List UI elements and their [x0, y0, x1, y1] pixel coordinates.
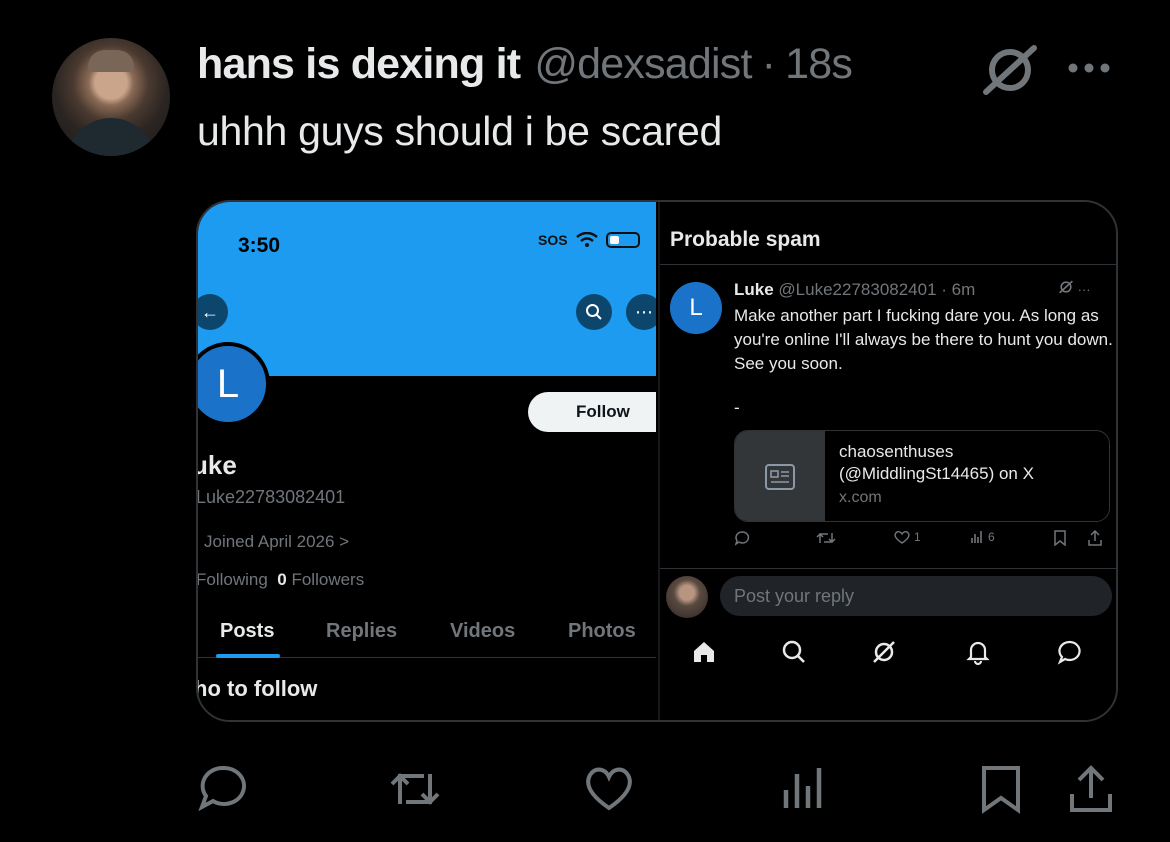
profile-tabs: Posts Replies Videos Photos — [198, 614, 656, 658]
link-preview-card: chaosenthuses (@MiddlingSt14465) on X x.… — [734, 430, 1110, 522]
grok-icon[interactable] — [980, 44, 1040, 96]
reply-input: Post your reply — [720, 576, 1112, 616]
bell-icon — [966, 641, 990, 666]
status-icons: SOS — [538, 232, 640, 248]
reply-dash: - — [734, 398, 740, 417]
profile-follow-counts: Following 0 Followers — [198, 570, 364, 590]
more-icon: ⋯ — [626, 294, 656, 330]
home-icon — [694, 642, 714, 662]
more-icon: ··· — [1077, 282, 1091, 297]
retweet-icon[interactable] — [388, 762, 442, 816]
grok-icon — [873, 641, 895, 663]
link-domain: x.com — [839, 489, 882, 506]
heart-icon — [894, 530, 910, 544]
follow-button: Follow — [528, 392, 656, 432]
followers-count: 0 — [277, 570, 287, 589]
spam-reply-screenshot: Probable spam L Luke @Luke22783082401 · … — [658, 202, 1116, 720]
tab-photos: Photos — [568, 620, 636, 642]
reply-author-meta: @Luke22783082401 · 6m — [778, 280, 976, 299]
followers-label: Followers — [291, 570, 365, 589]
views-icon[interactable] — [776, 762, 830, 816]
bottom-navigation — [660, 632, 1116, 672]
active-tab-indicator — [216, 654, 280, 658]
retweet-icon — [816, 530, 836, 546]
reply-body: Make another part I fucking dare you. As… — [734, 306, 1113, 373]
spam-section-title: Probable spam — [670, 228, 821, 251]
tweet-header: hans is dexing it @dexsadist · 18s — [197, 40, 853, 90]
grok-icon — [1059, 280, 1073, 294]
avatar-hair — [88, 50, 134, 72]
who-to-follow-heading: ho to follow — [198, 676, 318, 701]
divider — [660, 568, 1116, 569]
wifi-icon — [575, 232, 598, 247]
profile-name: uke — [198, 450, 237, 480]
share-icon[interactable] — [1064, 762, 1118, 816]
link-title: chaosenthuses (@MiddlingSt14465) on X — [839, 442, 1034, 483]
views-icon — [971, 531, 982, 543]
tab-posts: Posts — [220, 620, 275, 642]
author-avatar[interactable] — [52, 38, 170, 156]
sos-label: SOS — [538, 232, 568, 248]
battery-icon — [605, 232, 640, 248]
reply-icon[interactable] — [196, 762, 250, 816]
reply-author-avatar: L — [670, 282, 722, 334]
avatar-shirt — [66, 118, 156, 156]
tweet-timestamp[interactable]: 18s — [785, 40, 853, 89]
profile-handle: Luke22783082401 — [198, 487, 346, 507]
more-icon[interactable] — [1064, 56, 1114, 80]
current-user-avatar — [666, 576, 708, 618]
messages-icon — [1057, 640, 1081, 665]
bookmark-icon — [1054, 530, 1066, 546]
reply-icon — [734, 530, 750, 546]
author-display-name[interactable]: hans is dexing it — [197, 40, 521, 89]
status-time: 3:50 — [238, 234, 281, 257]
article-icon — [765, 464, 795, 490]
tweet-media[interactable]: 3:50 SOS ← ⋯ L Follow uke Luke2278308240… — [196, 200, 1118, 722]
following-label: Following — [198, 570, 268, 589]
link-thumbnail — [735, 431, 825, 521]
tweet-text: uhhh guys should i be scared — [197, 108, 722, 154]
reply-author-name: Luke — [734, 280, 774, 299]
profile-screenshot: 3:50 SOS ← ⋯ L Follow uke Luke2278308240… — [198, 202, 656, 720]
bookmark-icon[interactable] — [974, 762, 1028, 816]
share-icon — [1088, 530, 1102, 546]
tab-videos: Videos — [450, 620, 516, 642]
profile-joined: Joined April 2026 > — [204, 532, 350, 551]
reply-actions: 1 6 — [734, 530, 1114, 554]
search-icon — [782, 640, 805, 663]
divider — [660, 264, 1116, 265]
profile-banner — [198, 202, 656, 376]
tab-replies: Replies — [326, 620, 398, 642]
header-separator: · — [761, 40, 776, 88]
reply-header-icons: ··· — [1058, 280, 1091, 297]
search-icon — [576, 294, 612, 330]
heart-icon[interactable] — [582, 762, 636, 816]
reply-header: Luke @Luke22783082401 · 6m — [734, 280, 975, 300]
author-handle[interactable]: @dexsadist — [534, 40, 752, 89]
like-count: 1 — [894, 530, 921, 544]
view-count: 6 — [970, 530, 995, 544]
